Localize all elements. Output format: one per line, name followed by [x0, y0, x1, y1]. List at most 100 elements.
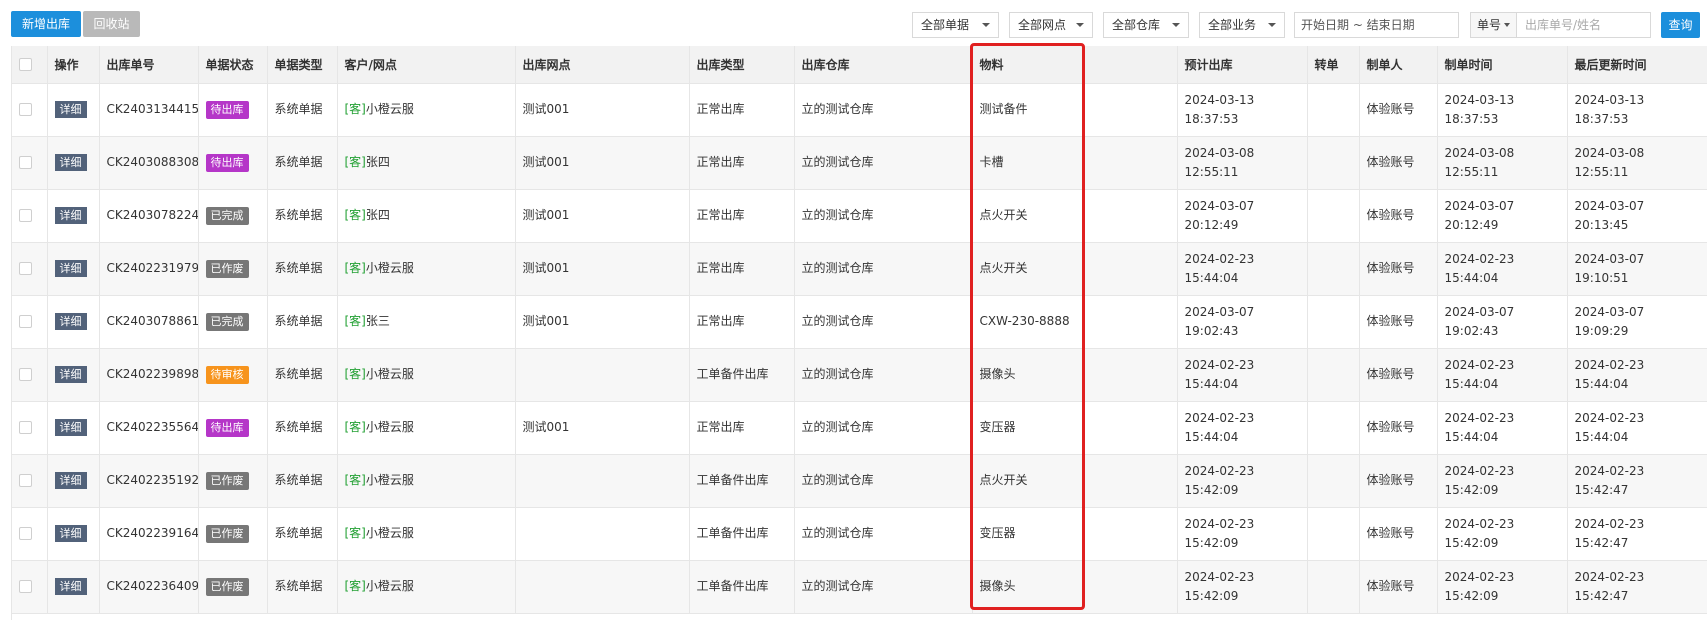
table-row[interactable]: 详细 CK2403078224 已完成 系统单据 [客]张四 测试001 正常出库 立的测试仓… — [12, 189, 1707, 243]
expected-cell: 2024-02-23 15:42:09 — [1177, 507, 1308, 561]
table-row[interactable]: 详细 CK2402231979 已作废 系统单据 [客]小橙云服 测试001 正常出库 立的测… — [12, 242, 1707, 296]
table-row[interactable]: 详细 CK2403088308 待出库 系统单据 [客]张四 测试001 正常出库 立的测试仓… — [12, 136, 1707, 190]
transfer-cell — [1307, 454, 1360, 508]
detail-button[interactable]: 详细 — [54, 207, 87, 224]
action-cell: 详细 — [47, 83, 100, 137]
col-header[interactable]: 预计出库 — [1177, 46, 1308, 84]
col-header[interactable]: 出库单号 — [99, 46, 199, 84]
col-header[interactable]: 制单人 — [1359, 46, 1438, 84]
search-type-select[interactable]: 单号 — [1471, 13, 1517, 37]
filter-docs-select[interactable]: 全部单据 — [912, 12, 999, 38]
doc-type-cell: 系统单据 — [267, 560, 338, 614]
col-header[interactable]: 制单时间 — [1437, 46, 1568, 84]
table-row[interactable]: 详细 CK2402239898 待审核 系统单据 [客]小橙云服 工单备件出库 立的测试仓库… — [12, 348, 1707, 402]
table-row[interactable]: 详细 CK2403078861 已完成 系统单据 [客]张三 测试001 正常出库 立的测试仓… — [12, 295, 1707, 349]
col-header[interactable]: 出库类型 — [689, 46, 795, 84]
chevron-down-icon — [1076, 23, 1084, 27]
creator-cell: 体验账号 — [1359, 401, 1438, 455]
updated-time: 15:42:47 — [1574, 535, 1629, 550]
date-range-input[interactable]: 开始日期 ~ 结束日期 — [1294, 12, 1459, 38]
row-checkbox[interactable] — [19, 474, 32, 487]
expected-time: 20:12:49 — [1184, 217, 1239, 232]
updated-time: 12:55:11 — [1574, 164, 1629, 179]
search-type-label: 单号 — [1477, 18, 1502, 32]
detail-button[interactable]: 详细 — [54, 578, 87, 595]
filter-sites-select[interactable]: 全部网点 — [1009, 12, 1093, 38]
row-checkbox[interactable] — [19, 580, 32, 593]
detail-button[interactable]: 详细 — [54, 154, 87, 171]
row-checkbox[interactable] — [19, 156, 32, 169]
col-header[interactable]: 最后更新时间 — [1567, 46, 1707, 84]
col-header[interactable]: 转单 — [1307, 46, 1360, 84]
row-checkbox[interactable] — [19, 421, 32, 434]
created-cell: 2024-02-23 15:42:09 — [1437, 454, 1568, 508]
material-cell: 摄像头 — [972, 560, 1178, 614]
row-checkbox[interactable] — [19, 209, 32, 222]
detail-button[interactable]: 详细 — [54, 366, 87, 383]
status-cell: 已完成 — [198, 295, 268, 349]
site-cell: 测试001 — [515, 242, 690, 296]
created-date: 2024-02-23 — [1444, 516, 1515, 531]
recycle-bin-button[interactable]: 回收站 — [83, 11, 140, 37]
customer-tag: [客] — [344, 208, 366, 222]
expected-cell: 2024-02-23 15:44:04 — [1177, 242, 1308, 296]
chevron-down-icon — [1268, 23, 1276, 27]
expected-cell: 2024-02-23 15:44:04 — [1177, 401, 1308, 455]
updated-time: 15:44:04 — [1574, 376, 1629, 391]
search-input[interactable]: 出库单号/姓名 — [1525, 13, 1601, 37]
status-badge: 已完成 — [205, 313, 249, 331]
detail-button[interactable]: 详细 — [54, 472, 87, 489]
updated-date: 2024-03-07 — [1574, 198, 1645, 213]
site-cell — [515, 454, 690, 508]
query-button[interactable]: 查询 — [1661, 12, 1700, 38]
out-type-cell: 正常出库 — [689, 242, 795, 296]
status-badge: 已作废 — [205, 260, 249, 278]
chevron-down-icon — [982, 23, 990, 27]
detail-button[interactable]: 详细 — [54, 260, 87, 277]
table-row[interactable]: 详细 CK2402235564 待出库 系统单据 [客]小橙云服 测试001 正常出库 立的测… — [12, 401, 1707, 455]
col-header[interactable]: 单据状态 — [198, 46, 268, 84]
select-all-checkbox[interactable] — [19, 58, 32, 72]
detail-button[interactable]: 详细 — [54, 525, 87, 542]
order-no-cell: CK2402239164 — [99, 507, 199, 561]
created-cell: 2024-03-08 12:55:11 — [1437, 136, 1568, 190]
customer-cell: [客]张三 — [337, 295, 516, 349]
customer-tag: [客] — [344, 579, 366, 593]
filter-warehouses-select[interactable]: 全部仓库 — [1103, 12, 1189, 38]
created-cell: 2024-02-23 15:44:04 — [1437, 242, 1568, 296]
out-type-cell: 正常出库 — [689, 136, 795, 190]
new-outbound-button[interactable]: 新增出库 — [11, 11, 81, 37]
table-row[interactable]: 详细 CK2402239164 已作废 系统单据 [客]小橙云服 工单备件出库 立的测试仓库… — [12, 507, 1707, 561]
filter-docs-label: 全部单据 — [921, 18, 970, 32]
order-no-cell: CK2402235192 — [99, 454, 199, 508]
row-checkbox[interactable] — [19, 103, 32, 116]
material-cell: 点火开关 — [972, 454, 1178, 508]
order-no-cell: CK2403078861 — [99, 295, 199, 349]
status-badge: 待出库 — [205, 101, 249, 119]
updated-time: 19:09:29 — [1574, 323, 1629, 338]
row-checkbox[interactable] — [19, 527, 32, 540]
action-cell: 详细 — [47, 189, 100, 243]
col-header[interactable]: 单据类型 — [267, 46, 338, 84]
table-row[interactable]: 详细 CK2402236409 已作废 系统单据 [客]小橙云服 工单备件出库 立的测试仓库… — [12, 560, 1707, 614]
row-checkbox[interactable] — [19, 368, 32, 381]
creator-cell: 体验账号 — [1359, 454, 1438, 508]
col-header[interactable]: 客户/网点 — [337, 46, 516, 84]
row-checkbox[interactable] — [19, 262, 32, 275]
updated-time: 15:42:47 — [1574, 588, 1629, 603]
detail-button[interactable]: 详细 — [54, 313, 87, 330]
detail-button[interactable]: 详细 — [54, 419, 87, 436]
row-select-cell — [12, 136, 48, 190]
detail-button[interactable]: 详细 — [54, 101, 87, 118]
filter-business-select[interactable]: 全部业务 — [1199, 12, 1285, 38]
col-header[interactable]: 出库仓库 — [794, 46, 973, 84]
created-time: 15:42:09 — [1444, 482, 1499, 497]
created-time: 19:02:43 — [1444, 323, 1499, 338]
creator-cell: 体验账号 — [1359, 136, 1438, 190]
table-row[interactable]: 详细 CK2402235192 已作废 系统单据 [客]小橙云服 工单备件出库 立的测试仓库… — [12, 454, 1707, 508]
table-row[interactable]: 详细 CK2403134415 待出库 系统单据 [客]小橙云服 测试001 正常出库 立的测… — [12, 83, 1707, 137]
col-header[interactable]: 出库网点 — [515, 46, 690, 84]
row-checkbox[interactable] — [19, 315, 32, 328]
expected-time: 15:42:09 — [1184, 535, 1239, 550]
col-header[interactable]: 物料 — [972, 46, 1178, 84]
